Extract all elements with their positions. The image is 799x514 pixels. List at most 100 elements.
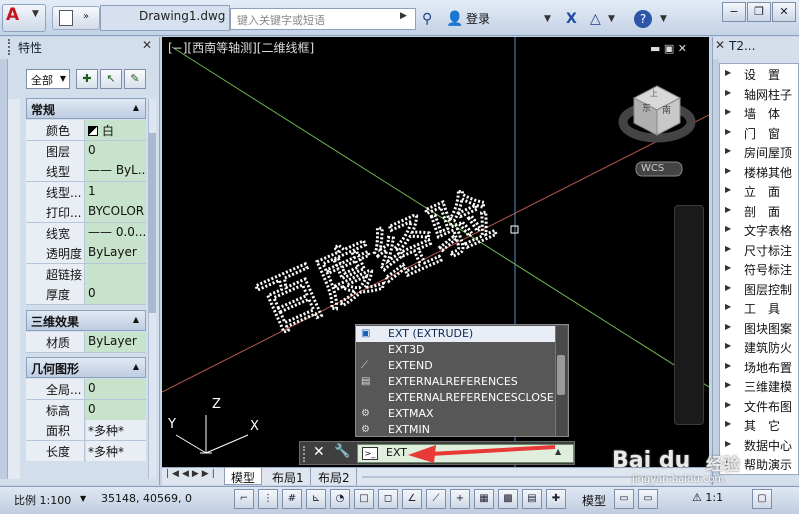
binoculars-icon[interactable]: ⚲	[422, 8, 432, 30]
select-objects-button[interactable]: ↖	[100, 69, 122, 89]
minimize-button[interactable]: −	[722, 2, 746, 22]
autocomplete-item[interactable]: ▤ EXTERNALREFERENCES	[356, 374, 556, 390]
grid-display-icon[interactable]: #	[282, 489, 302, 509]
palette-item[interactable]: ▶ 图层控制	[720, 280, 799, 298]
palette-item[interactable]: ▶ 立 面	[720, 182, 799, 200]
section-geometry[interactable]: 几何图形 ▲	[26, 357, 146, 378]
property-value[interactable]: —— ByL...	[86, 161, 146, 181]
palette-scrollbar-thumb[interactable]	[148, 133, 156, 313]
selection-cycling-icon[interactable]: ✚	[546, 489, 566, 509]
close-button[interactable]: ✕	[772, 2, 796, 22]
property-row[interactable]: 线型 —— ByL...	[26, 161, 146, 182]
scale-display[interactable]: 比例 1:100	[14, 492, 71, 508]
navigation-bar[interactable]	[674, 205, 704, 425]
connect-dropdown-icon[interactable]: ▼	[608, 8, 615, 30]
object-snap-icon[interactable]: □	[354, 489, 374, 509]
autocomplete-item[interactable]: EXT3D	[356, 342, 556, 358]
toggle-pickadd-button[interactable]: ✚	[76, 69, 98, 89]
property-value[interactable]: ByLayer	[86, 243, 146, 263]
model-space-button[interactable]: 模型	[582, 492, 606, 509]
palette-item[interactable]: ▶ 文字表格	[720, 221, 799, 239]
palette-item[interactable]: ▶ 建筑防火	[720, 338, 799, 356]
property-row[interactable]: 材质 ByLayer	[26, 332, 146, 353]
quick-properties-icon[interactable]: ▤	[522, 489, 542, 509]
palette-item[interactable]: ▶ 文件布图	[720, 397, 799, 415]
property-row[interactable]: 透明度 ByLayer	[26, 243, 146, 264]
property-value[interactable]: 1	[86, 181, 146, 202]
property-value[interactable]: 0	[86, 284, 146, 304]
wcs-menu[interactable]: WCS	[641, 163, 664, 174]
exchange-icon[interactable]: X	[566, 8, 577, 30]
drag-handle[interactable]	[303, 446, 308, 462]
ortho-mode-icon[interactable]: ⊾	[306, 489, 326, 509]
palette-item[interactable]: ▶ 三维建模	[720, 377, 799, 395]
palette-item[interactable]: ▶ 楼梯其他	[720, 163, 799, 181]
login-label[interactable]: 登录	[466, 8, 490, 30]
property-value[interactable]: 0	[86, 140, 146, 161]
palette-item[interactable]: ▶ 图块图案	[720, 319, 799, 337]
quick-access-toolbar[interactable]: »	[52, 6, 100, 30]
snap-mode-icon[interactable]: ⋮	[258, 489, 278, 509]
quick-view-layouts-icon[interactable]: ▭	[614, 489, 634, 509]
palette-close-icon[interactable]: ✕	[715, 38, 725, 52]
palette-close-icon[interactable]: ✕	[142, 38, 152, 52]
user-icon[interactable]: 👤	[446, 8, 463, 30]
property-row[interactable]: 图层 0	[26, 140, 146, 161]
property-row[interactable]: 超链接	[26, 263, 146, 284]
autocomplete-item[interactable]: ▣ EXT (EXTRUDE)	[356, 326, 556, 342]
palette-item[interactable]: ▶ 墙 体	[720, 104, 799, 122]
transparency-icon[interactable]: ▩	[498, 489, 518, 509]
property-row[interactable]: 长度 *多种*	[26, 440, 146, 461]
autocomplete-item[interactable]: ⚙ EXTMIN	[356, 422, 556, 438]
property-value[interactable]: —— 0.0...	[86, 222, 146, 243]
object-snap-tracking-icon[interactable]: ∠	[402, 489, 422, 509]
palette-side-strip[interactable]	[0, 59, 8, 479]
recent-commands-icon[interactable]: >_	[362, 447, 378, 460]
palette-item[interactable]: ▶ 尺寸标注	[720, 241, 799, 259]
viewcube-face-left[interactable]: 东	[642, 101, 651, 114]
palette-item[interactable]: ▶ 门 窗	[720, 124, 799, 142]
filter-select[interactable]: 全部 ▼	[26, 69, 70, 89]
dynamic-ucs-icon[interactable]: ⟋	[426, 489, 446, 509]
clean-screen-icon[interactable]: ▢	[752, 489, 772, 509]
autocomplete-item[interactable]: ⚙ EXTMAX	[356, 406, 556, 422]
maximize-button[interactable]: ❐	[747, 2, 771, 22]
dynamic-input-icon[interactable]: +	[450, 489, 470, 509]
property-value[interactable]: 0	[86, 399, 146, 420]
close-icon[interactable]: ✕	[313, 444, 325, 460]
3d-object-snap-icon[interactable]: ◻	[378, 489, 398, 509]
infer-constraints-icon[interactable]: ⌐	[234, 489, 254, 509]
property-value[interactable]: 白	[86, 120, 146, 140]
property-row[interactable]: 线宽 —— 0.0...	[26, 222, 146, 243]
property-row[interactable]: 标高 0	[26, 399, 146, 420]
palette-item[interactable]: ▶ 其 它	[720, 416, 799, 434]
tab-model[interactable]: 模型	[224, 468, 263, 485]
tab-layout1[interactable]: 布局1	[266, 468, 311, 485]
stay-connected-icon[interactable]: △	[590, 8, 601, 30]
quick-select-button[interactable]: ✎	[124, 69, 146, 89]
tab-navigation-arrows[interactable]: |◀◀▶▶|	[166, 469, 218, 479]
autocomplete-item[interactable]: ⟋ EXTEND	[356, 358, 556, 374]
polar-tracking-icon[interactable]: ◔	[330, 489, 350, 509]
palette-item[interactable]: ▶ 工 具	[720, 299, 799, 317]
coordinates-display[interactable]: 35148, 40569, 0	[101, 492, 192, 505]
palette-item[interactable]: ▶ 房间屋顶	[720, 143, 799, 161]
annotation-scale[interactable]: ⚠ 1:1	[692, 491, 723, 504]
palette-item[interactable]: ▶ 轴网柱子	[720, 85, 799, 103]
lineweight-icon[interactable]: ▦	[474, 489, 494, 509]
property-row[interactable]: 颜色 白	[26, 120, 146, 141]
chevron-down-icon[interactable]: ▼	[80, 494, 86, 503]
palette-item[interactable]: ▶ 场地布置	[720, 358, 799, 376]
quick-view-drawings-icon[interactable]: ▭	[638, 489, 658, 509]
viewport-label[interactable]: [−][西南等轴测][二维线框]	[168, 39, 314, 56]
viewcube-face-top[interactable]: 上	[650, 88, 658, 99]
viewcube-face-right[interactable]: 南	[662, 103, 671, 116]
viewport-window-controls[interactable]: ▬ ▣ ✕	[650, 42, 687, 55]
palette-item[interactable]: ▶ 符号标注	[720, 260, 799, 278]
autocomplete-scrollbar-thumb[interactable]	[557, 355, 565, 395]
property-row[interactable]: 厚度 0	[26, 284, 146, 305]
property-row[interactable]: 面积 *多种*	[26, 420, 146, 441]
autocomplete-item[interactable]: EXTERNALREFERENCESCLOSE	[356, 390, 556, 406]
property-value[interactable]: ByLayer	[86, 332, 146, 352]
property-row[interactable]: 线型... 1	[26, 181, 146, 202]
